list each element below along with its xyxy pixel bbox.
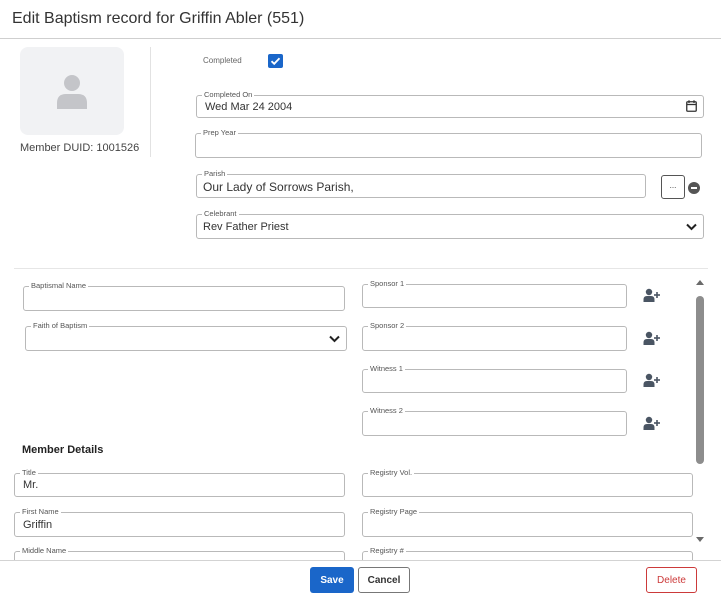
scroll-up-arrow-icon[interactable] xyxy=(696,280,704,285)
user-placeholder-icon xyxy=(57,75,87,109)
title-label: Title xyxy=(20,468,38,478)
sponsor2-field[interactable]: Sponsor 2 xyxy=(362,321,627,351)
first-name-value: Griffin xyxy=(23,519,53,531)
witness1-label: Witness 1 xyxy=(368,364,405,374)
completed-on-label: Completed On xyxy=(202,90,255,100)
first-name-field[interactable]: First Name Griffin xyxy=(14,507,345,537)
registry-page-label: Registry Page xyxy=(368,507,420,517)
witness1-field[interactable]: Witness 1 xyxy=(362,364,627,393)
check-icon xyxy=(270,57,281,66)
registry-vol-field[interactable]: Registry Vol. xyxy=(362,468,693,497)
parish-label: Parish xyxy=(202,169,228,179)
member-avatar xyxy=(20,47,124,135)
sponsor1-field[interactable]: Sponsor 1 xyxy=(362,279,627,308)
delete-button[interactable]: Delete xyxy=(646,567,697,593)
sponsor2-label: Sponsor 2 xyxy=(368,321,407,331)
registry-number-label: Registry # xyxy=(368,546,406,556)
first-name-label: First Name xyxy=(20,507,61,517)
witness2-label: Witness 2 xyxy=(368,406,405,416)
celebrant-select[interactable]: Celebrant Rev Father Priest xyxy=(196,209,704,239)
add-person-icon[interactable] xyxy=(643,288,661,302)
member-details-heading: Member Details xyxy=(22,444,104,456)
witness2-field[interactable]: Witness 2 xyxy=(362,406,627,436)
middle-name-label: Middle Name xyxy=(20,546,69,556)
completed-on-field[interactable]: Completed On Wed Mar 24 2004 xyxy=(196,90,704,118)
completed-checkbox[interactable] xyxy=(268,54,283,68)
title-field[interactable]: Title Mr. xyxy=(14,468,345,497)
dialog-title: Edit Baptism record for Griffin Abler (5… xyxy=(12,10,305,27)
cancel-button[interactable]: Cancel xyxy=(358,567,410,593)
section-divider xyxy=(14,268,708,269)
chevron-down-icon xyxy=(329,335,340,343)
chevron-down-icon xyxy=(686,223,697,231)
registry-vol-label: Registry Vol. xyxy=(368,468,415,478)
scrollbar[interactable] xyxy=(693,280,707,546)
title-value: Mr. xyxy=(23,479,39,491)
baptismal-name-field[interactable]: Baptismal Name xyxy=(23,281,345,311)
faith-of-baptism-label: Faith of Baptism xyxy=(31,321,90,331)
calendar-icon[interactable] xyxy=(686,100,697,112)
scroll-thumb[interactable] xyxy=(696,296,704,464)
dialog-header: Edit Baptism record for Griffin Abler (5… xyxy=(0,0,721,39)
parish-field[interactable]: Parish Our Lady of Sorrows Parish, xyxy=(196,169,646,198)
completed-on-value: Wed Mar 24 2004 xyxy=(205,101,293,113)
vertical-divider xyxy=(150,47,151,157)
parish-browse-button[interactable]: ... xyxy=(661,175,685,199)
add-person-icon[interactable] xyxy=(643,416,661,430)
save-button[interactable]: Save xyxy=(310,567,354,593)
add-person-icon[interactable] xyxy=(643,331,661,345)
celebrant-label: Celebrant xyxy=(202,209,239,219)
prep-year-field[interactable]: Prep Year xyxy=(195,128,702,158)
member-duid: Member DUID: 1001526 xyxy=(20,142,140,154)
prep-year-label: Prep Year xyxy=(201,128,238,138)
celebrant-value: Rev Father Priest xyxy=(203,221,289,233)
faith-of-baptism-select[interactable]: Faith of Baptism xyxy=(25,321,347,351)
baptismal-name-label: Baptismal Name xyxy=(29,281,89,291)
completed-label: Completed xyxy=(203,56,242,65)
remove-parish-icon[interactable] xyxy=(688,182,700,194)
add-person-icon[interactable] xyxy=(643,373,661,387)
scroll-down-arrow-icon[interactable] xyxy=(696,537,704,542)
sponsor1-label: Sponsor 1 xyxy=(368,279,407,289)
parish-value: Our Lady of Sorrows Parish, xyxy=(203,180,354,194)
registry-page-field[interactable]: Registry Page xyxy=(362,507,693,537)
footer-divider xyxy=(0,560,721,561)
